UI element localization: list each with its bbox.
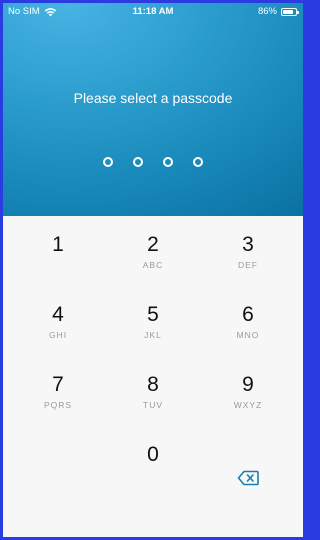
key-letters: JKL [144, 330, 162, 340]
key-4[interactable]: 4 GHI [13, 294, 103, 350]
key-letters: PQRS [43, 400, 73, 410]
key-digit: 5 [147, 303, 159, 326]
key-1[interactable]: 1 [13, 224, 103, 280]
key-letters: ABC [142, 260, 164, 270]
key-digit: 3 [242, 233, 254, 256]
key-6[interactable]: 6 MNO [203, 294, 293, 350]
passcode-dot [133, 157, 143, 167]
passcode-dot [163, 157, 173, 167]
key-5[interactable]: 5 JKL [108, 294, 198, 350]
passcode-prompt: Please select a passcode [73, 90, 233, 106]
key-3[interactable]: 3 DEF [203, 224, 293, 280]
key-9[interactable]: 9 WXYZ [203, 364, 293, 420]
key-digit: 6 [242, 303, 254, 326]
key-digit: 4 [52, 303, 64, 326]
key-digit: 2 [147, 233, 159, 256]
battery-group: 86% [257, 6, 299, 17]
key-digit: 9 [242, 373, 254, 396]
key-digit: 8 [147, 373, 159, 396]
key-letters: DEF [238, 260, 258, 270]
passcode-header: No SIM 11:18 AM 86% Please select a pass… [3, 3, 303, 216]
key-digit: 7 [52, 373, 64, 396]
key-digit: 1 [52, 233, 64, 256]
passcode-dot [193, 157, 203, 167]
key-0[interactable]: 0 [108, 434, 198, 490]
key-letters: TUV [143, 400, 163, 410]
battery-icon [281, 7, 299, 16]
key-8[interactable]: 8 TUV [108, 364, 198, 420]
key-letters: WXYZ [233, 400, 263, 410]
number-keypad: 1 2 ABC 3 DEF 4 GHI 5 JKL 6 MNO 7 PQRS 8 TUV 9 WXYZ 0 [3, 216, 303, 537]
key-digit: 0 [147, 443, 159, 466]
device-screen: No SIM 11:18 AM 86% Please select a pass… [3, 3, 303, 537]
status-bar: No SIM 11:18 AM 86% [3, 3, 303, 21]
key-letters: MNO [236, 330, 260, 340]
key-letters: GHI [48, 330, 68, 340]
backspace-icon [237, 470, 259, 491]
passcode-dots [103, 157, 203, 167]
battery-percent: 86% [257, 6, 277, 17]
key-2[interactable]: 2 ABC [108, 224, 198, 280]
passcode-dot [103, 157, 113, 167]
key-7[interactable]: 7 PQRS [13, 364, 103, 420]
backspace-button[interactable] [203, 452, 293, 508]
